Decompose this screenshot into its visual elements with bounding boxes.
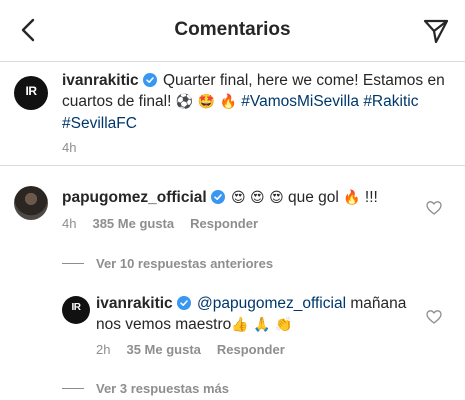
reply-text: ivanrakitic @papugomez_official mañana n…: [96, 293, 416, 336]
comment-meta: 4h 385 Me gusta Responder: [62, 216, 258, 231]
comment-suffix: !!!: [364, 189, 378, 206]
reply-reply-button[interactable]: Responder: [217, 342, 285, 357]
caption-time: 4h: [62, 140, 77, 155]
reply-likes[interactable]: 35 Me gusta: [126, 342, 200, 357]
verified-badge-icon: [142, 73, 157, 87]
caption-avatar[interactable]: IR: [14, 76, 48, 110]
view-more-replies-label: Ver 3 respuestas más: [96, 381, 229, 396]
verified-badge-icon: [210, 190, 225, 204]
reply-mention[interactable]: @papugomez_official: [197, 295, 346, 312]
comment-body: que gol: [288, 189, 339, 206]
hashtag-rakitic[interactable]: #Rakitic: [363, 93, 418, 110]
comment-likes[interactable]: 385 Me gusta: [92, 216, 174, 231]
reply-like-heart-icon[interactable]: [426, 309, 442, 325]
view-previous-replies-label: Ver 10 respuestas anteriores: [96, 256, 274, 271]
comment-time: 4h: [62, 216, 77, 231]
view-more-replies[interactable]: Ver 3 respuestas más: [62, 381, 229, 396]
reply-avatar[interactable]: IR: [62, 296, 90, 324]
hashtag-sevillafc[interactable]: #SevillaFC: [62, 115, 137, 132]
replies-line: [62, 388, 84, 389]
comment-reply-button[interactable]: Responder: [190, 216, 258, 231]
caption-text: ivanrakitic Quarter final, here we come!…: [62, 70, 454, 134]
reply-time: 2h: [96, 342, 111, 357]
view-previous-replies[interactable]: Ver 10 respuestas anteriores: [62, 256, 273, 271]
caption-username[interactable]: ivanrakitic: [62, 72, 139, 89]
caption-emojis: ⚽ 🤩 🔥: [175, 94, 237, 110]
replies-line: [62, 263, 84, 264]
caption-meta: 4h: [62, 140, 76, 155]
reply-username[interactable]: ivanrakitic: [96, 295, 173, 312]
comment-username[interactable]: papugomez_official: [62, 189, 207, 206]
comment-avatar[interactable]: [14, 186, 48, 220]
header-bar: Comentarios: [0, 0, 465, 62]
hashtag-vamosmisevilla[interactable]: #VamosMiSevilla: [241, 93, 359, 110]
comment-emojis: 😍 😍 😍: [231, 190, 284, 206]
verified-badge-icon: [176, 296, 191, 310]
reply-meta: 2h 35 Me gusta Responder: [96, 342, 285, 357]
caption-divider: [0, 165, 465, 166]
page-title: Comentarios: [174, 19, 291, 40]
reply-emojis: 👍 🙏 👏: [231, 317, 293, 333]
comment-like-heart-icon[interactable]: [426, 200, 442, 216]
comment-fire-emoji: 🔥: [343, 190, 361, 206]
comment-text: papugomez_official 😍 😍 😍 que gol 🔥 !!!: [62, 187, 412, 209]
direct-send-icon[interactable]: [421, 16, 451, 46]
